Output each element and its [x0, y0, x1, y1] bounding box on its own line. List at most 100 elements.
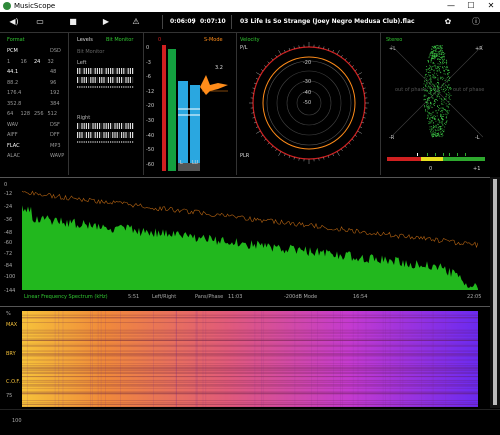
volume-icon[interactable]: ◀): [8, 16, 20, 28]
total-time: 0:07:10: [200, 18, 226, 25]
tuner-icon[interactable]: ⚠: [130, 16, 142, 28]
play-icon[interactable]: ▶: [100, 16, 112, 28]
left-channel-label: Left: [77, 60, 86, 66]
spectrogram-y-label: C.O.F.: [6, 379, 20, 385]
correlation-zero: 0: [429, 166, 432, 172]
s-mode-label[interactable]: S-Mode: [204, 37, 223, 43]
left-bit-monitor: [77, 68, 137, 92]
meter-tick-label: -20: [146, 103, 154, 109]
scrollbar-thumb[interactable]: [493, 179, 497, 405]
velocity-ring-30: -30: [303, 79, 311, 85]
track-name: 03 Life Is So Strange (Joey Negro Medusa…: [240, 18, 415, 25]
format-option: PCM: [7, 48, 18, 54]
format-option: 1: [7, 59, 10, 65]
spectrum-y-tick: -12: [4, 191, 12, 197]
format-option: FLAC: [7, 143, 20, 149]
format-option: WAV: [7, 122, 18, 128]
format-option: 16: [21, 59, 27, 65]
info-icon[interactable]: ⓘ: [470, 16, 482, 28]
maximize-button[interactable]: ☐: [462, 0, 480, 12]
format-title: Format: [7, 37, 25, 43]
meter-label-lu: LU: [192, 160, 198, 166]
spectrum-x-tick: 16:54: [353, 294, 367, 300]
velocity-top-label: P/L: [240, 45, 248, 51]
vertical-scrollbar[interactable]: [490, 177, 500, 408]
analysis-panels: Format PCMDSD116243244.14888.296176.4192…: [0, 33, 500, 175]
format-option: 352.8: [7, 101, 21, 107]
spectrum-y-tick: 0: [4, 182, 7, 188]
meter-tick-label: -50: [146, 147, 154, 153]
close-button[interactable]: ✕: [482, 0, 500, 12]
app-icon: [3, 2, 11, 10]
time-slash: /: [193, 18, 195, 25]
levels-title: Levels: [77, 37, 93, 43]
format-option: ALAC: [7, 153, 20, 159]
current-time: 0:06:09: [170, 18, 196, 25]
spectrum-y-tick: -72: [4, 251, 12, 257]
level-meter-graphic: [162, 45, 234, 171]
stop-icon[interactable]: ■: [67, 16, 79, 28]
spectrum-x-tick: 5:51: [128, 294, 139, 300]
goniometer: [391, 45, 483, 141]
spectrum-y-tick: -144: [4, 288, 15, 294]
format-panel: Format PCMDSD116243244.14888.296176.4192…: [0, 33, 69, 175]
spectrum-y-tick: -48: [4, 230, 12, 236]
meter-tick-label: -60: [146, 162, 154, 168]
format-option: 192: [50, 90, 60, 96]
meter-label-l: L: [180, 160, 183, 166]
format-option: 88.2: [7, 80, 18, 86]
title-bar: MusicScope — ☐ ✕: [0, 0, 500, 12]
toolbar-separator: [162, 15, 163, 29]
settings-icon[interactable]: ✿: [442, 16, 454, 28]
bit-monitor-mode[interactable]: Bit Monitor: [106, 37, 133, 43]
db-mode[interactable]: -200dB Mode: [284, 294, 317, 300]
left-right-mode[interactable]: Left/Right: [152, 294, 176, 300]
format-option: MP3: [50, 143, 61, 149]
format-option: WAVP: [50, 153, 64, 159]
format-option: 512: [48, 111, 58, 117]
velocity-bottom-label: PLR: [240, 153, 249, 159]
spectrum-y-tick: -84: [4, 263, 12, 269]
toolbar-separator: [231, 15, 232, 29]
spectrum-x-tick: 22:05: [467, 294, 481, 300]
velocity-panel: Velocity P/L PLR -20 -30 -40 -50: [237, 33, 381, 175]
window-title: MusicScope: [14, 1, 55, 11]
format-option: 44.1: [7, 69, 18, 75]
format-option: 128: [21, 111, 31, 117]
format-option: 176.4: [7, 90, 21, 96]
velocity-ring-50: -50: [303, 100, 311, 106]
right-channel-label: Right: [77, 115, 90, 121]
velocity-ring-40: -40: [303, 90, 311, 96]
format-option: 64: [7, 111, 13, 117]
bit-monitor-label: Bit Monitor: [77, 49, 104, 55]
meter-top-label: 0: [158, 37, 161, 43]
format-option: 24: [34, 59, 40, 65]
spectrogram-scale-label: 100: [12, 418, 22, 424]
meter-tick-label: -12: [146, 89, 154, 95]
meter-tick-label: 0: [146, 45, 149, 51]
spectrum-y-tick: -24: [4, 204, 12, 210]
pans-phase-mode[interactable]: Pans/Phase: [195, 294, 223, 300]
spectrogram: %MAXBRYC.O.F.75: [0, 306, 490, 409]
spectrogram-y-label: %: [6, 311, 11, 317]
format-option: 48: [50, 69, 56, 75]
meter-tick-label: -3: [146, 60, 151, 66]
levels-panel: Levels Bit Monitor Bit Monitor Left Righ…: [69, 33, 144, 175]
spectrum-y-tick: -100: [4, 274, 15, 280]
spectrogram-y-label: MAX: [6, 322, 17, 328]
velocity-ring-20: -20: [303, 60, 311, 66]
spectrum-x-tick: 11:03: [228, 294, 242, 300]
folder-icon[interactable]: ▭: [34, 16, 46, 28]
format-option: 384: [50, 101, 60, 107]
correlation-plus-one: +1: [473, 166, 480, 172]
spectrum-y-tick: -60: [4, 240, 12, 246]
meter-tick-label: -30: [146, 118, 154, 124]
meter-panel: 0 S-Mode 0-3-6-12-20-30-40-50-60 3.2 L L…: [144, 33, 237, 175]
frequency-spectrum: 0-12-24-36-48-60-72-84-100-144 5:5111:03…: [0, 177, 490, 304]
meter-tick-label: -40: [146, 133, 154, 139]
meter-tick-label: -6: [146, 74, 151, 80]
right-bit-monitor: [77, 123, 137, 147]
minimize-button[interactable]: —: [442, 0, 460, 12]
format-option: 96: [50, 80, 56, 86]
format-option: AIFF: [7, 132, 18, 138]
